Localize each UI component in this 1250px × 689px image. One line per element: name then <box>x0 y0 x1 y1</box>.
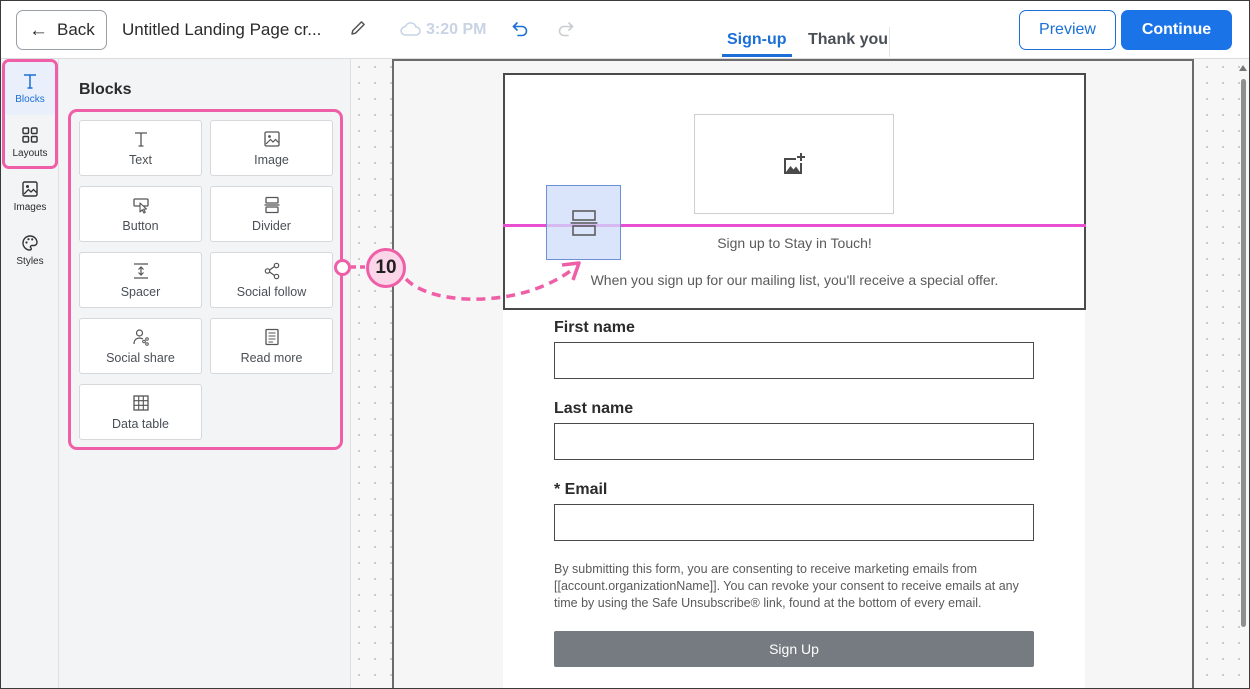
arrow-left-icon: ← <box>29 19 48 41</box>
callout-badge: 10 <box>366 248 406 288</box>
rail-highlight-box <box>2 59 58 169</box>
palette-icon <box>22 234 38 251</box>
tab-thank-you[interactable]: Thank you <box>808 31 888 49</box>
blocks-highlight-box <box>68 109 343 450</box>
top-bar: ← Back Untitled Landing Page cr... 3:20 … <box>1 1 1249 59</box>
sign-up-button[interactable]: Sign Up <box>554 631 1034 667</box>
left-icon-rail: Blocks Layouts Images Styles <box>1 59 59 688</box>
dragged-divider-block[interactable] <box>546 185 621 260</box>
image-placeholder[interactable] <box>694 114 894 214</box>
scroll-thumb[interactable] <box>1241 79 1246 627</box>
consent-text: By submitting this form, you are consent… <box>554 562 1019 610</box>
add-image-icon <box>784 153 805 174</box>
email-input[interactable] <box>554 504 1034 541</box>
last-name-input[interactable] <box>554 423 1034 460</box>
back-button[interactable]: ← Back <box>16 10 107 50</box>
back-label: Back <box>57 20 95 39</box>
save-time: 3:20 PM <box>426 21 487 38</box>
app-frame: ← Back Untitled Landing Page cr... 3:20 … <box>0 0 1250 689</box>
email-label: * Email <box>554 481 608 498</box>
rail-item-label: Images <box>13 201 47 213</box>
last-name-label: Last name <box>554 400 634 417</box>
blocks-panel: Blocks Text Image Button Divider Spacer … <box>59 59 351 688</box>
tab-sign-up[interactable]: Sign-up <box>727 31 787 49</box>
tab-divider <box>889 27 890 57</box>
callout-anchor <box>334 259 351 276</box>
preview-button[interactable]: Preview <box>1019 10 1116 50</box>
rail-item-styles[interactable]: Styles <box>4 223 56 277</box>
rail-item-images[interactable]: Images <box>4 169 56 223</box>
active-tab-indicator <box>722 54 792 57</box>
scroll-up-icon[interactable] <box>1239 65 1247 71</box>
first-name-input[interactable] <box>554 342 1034 379</box>
first-name-label: First name <box>554 319 635 336</box>
panel-title: Blocks <box>79 81 132 98</box>
redo-icon[interactable] <box>557 20 575 38</box>
pencil-icon[interactable] <box>349 19 367 37</box>
image-icon <box>22 180 38 197</box>
rail-item-label: Styles <box>16 255 44 267</box>
header-subtext[interactable]: When you sign up for our mailing list, y… <box>503 272 1086 288</box>
continue-button[interactable]: Continue <box>1121 10 1232 50</box>
divider-icon <box>569 209 598 236</box>
page-title[interactable]: Untitled Landing Page cr... <box>122 20 321 40</box>
cloud-icon <box>400 22 421 36</box>
undo-icon[interactable] <box>511 20 529 38</box>
